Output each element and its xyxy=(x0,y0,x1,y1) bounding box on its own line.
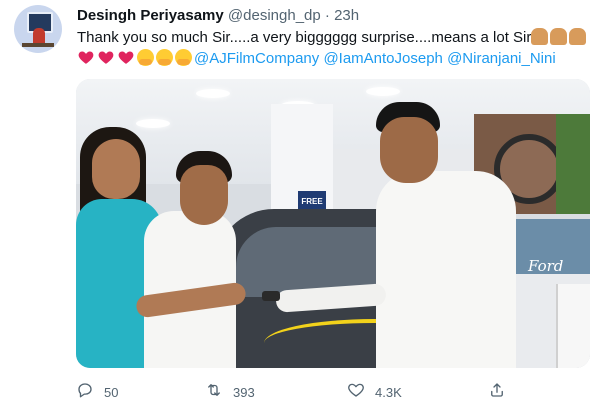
like-button[interactable]: 4.3K xyxy=(347,378,402,406)
tweet-text: Thank you so much Sir.....a very biggggg… xyxy=(77,27,587,69)
tweet-text-line1: Thank you so much Sir.....a very biggggg… xyxy=(77,27,587,48)
folded-hands-emoji-icon xyxy=(550,28,568,45)
author-name[interactable]: Desingh Periyasamy xyxy=(77,7,224,24)
retweet-button[interactable]: 393 xyxy=(205,378,255,406)
author-handle[interactable]: @desingh_dp xyxy=(228,7,321,24)
parked-car-panel xyxy=(556,284,590,368)
young-man-face xyxy=(180,165,228,225)
tweet-photo[interactable]: FREE Ford xyxy=(76,79,590,368)
hugging-face-emoji-icon xyxy=(137,49,154,66)
reply-icon xyxy=(76,381,94,404)
separator-dot: · xyxy=(324,7,330,24)
older-man-face xyxy=(380,117,438,183)
folded-hands-emoji-icon xyxy=(569,28,587,45)
tweet: Desingh Periyasamy @desingh_dp · 23h Tha… xyxy=(0,0,600,410)
ford-logo-text: Ford xyxy=(528,257,564,275)
red-heart-emoji-icon xyxy=(77,49,95,66)
red-heart-emoji-icon xyxy=(117,49,135,66)
share-button[interactable] xyxy=(488,378,506,406)
reply-button[interactable]: 50 xyxy=(76,378,118,406)
tweet-actions: 50 393 4.3K xyxy=(0,378,600,406)
red-heart-emoji-icon xyxy=(97,49,115,66)
mention-link[interactable]: @Niranjani_Nini xyxy=(447,50,556,67)
share-icon xyxy=(488,381,506,404)
ceiling-light xyxy=(196,89,230,98)
avatar[interactable] xyxy=(14,5,62,53)
banner-foliage xyxy=(556,114,590,214)
avatar-desk xyxy=(22,43,54,47)
tweet-header: Desingh Periyasamy @desingh_dp · 23h xyxy=(77,6,359,26)
hugging-face-emoji-icon xyxy=(156,49,173,66)
retweet-icon xyxy=(205,381,223,404)
mention-link[interactable]: @AJFilmCompany xyxy=(194,50,319,67)
ceiling-light xyxy=(136,119,170,128)
tweet-text-line2: @AJFilmCompany @IamAntoJoseph @Niranjani… xyxy=(77,48,587,69)
tweet-time[interactable]: 23h xyxy=(334,7,359,24)
retweet-count: 393 xyxy=(233,384,255,400)
tweet-message: Thank you so much Sir.....a very biggggg… xyxy=(77,29,532,46)
ceiling-light xyxy=(366,87,400,96)
folded-hands-emoji-icon xyxy=(531,28,549,45)
hugging-face-emoji-icon xyxy=(175,49,192,66)
older-man-figure xyxy=(376,171,516,368)
car-keys xyxy=(262,291,280,301)
mention-link[interactable]: @IamAntoJoseph xyxy=(323,50,442,67)
woman-face xyxy=(92,139,140,199)
like-count: 4.3K xyxy=(375,384,402,400)
reply-count: 50 xyxy=(104,384,119,400)
like-heart-icon xyxy=(347,381,365,404)
